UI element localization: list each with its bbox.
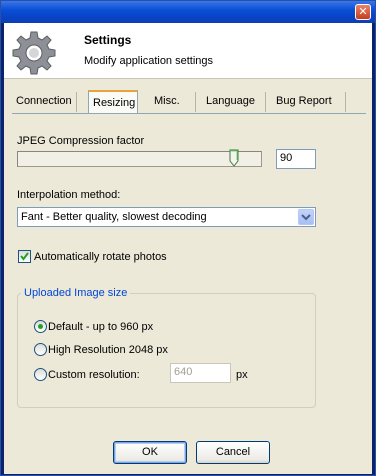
header-subtitle: Modify application settings	[84, 55, 214, 67]
jpeg-compression-label: JPEG Compression factor	[17, 135, 145, 147]
tab-strip: Connection Resizing Misc. Language Bug R…	[12, 90, 364, 114]
dropdown-arrow[interactable]	[298, 209, 314, 225]
radio-default[interactable]	[34, 320, 47, 333]
radio-high-resolution[interactable]	[34, 343, 47, 356]
tab-bug-report[interactable]: Bug Report	[272, 92, 346, 112]
checkmark-icon	[20, 252, 29, 261]
auto-rotate-label[interactable]: Automatically rotate photos	[34, 251, 167, 263]
interpolation-select[interactable]: Fant - Better quality, slowest decoding	[17, 207, 316, 227]
group-title: Uploaded Image size	[21, 287, 131, 299]
tab-connection[interactable]: Connection	[12, 92, 77, 112]
custom-resolution-input[interactable]: 640	[170, 363, 231, 383]
dialog-header: Settings Modify application settings	[4, 23, 372, 79]
settings-window: ✕ Settings Modify application settings C…	[0, 0, 376, 476]
interpolation-label: Interpolation method:	[17, 189, 121, 201]
tab-divider	[12, 113, 366, 114]
close-icon: ✕	[358, 5, 368, 18]
radio-custom-resolution-label[interactable]: Custom resolution:	[48, 369, 140, 381]
auto-rotate-checkbox[interactable]	[18, 250, 31, 263]
tab-misc[interactable]: Misc.	[150, 92, 196, 112]
radio-high-resolution-label[interactable]: High Resolution 2048 px	[48, 344, 168, 356]
gear-icon	[12, 31, 56, 75]
header-title: Settings	[84, 33, 132, 47]
tab-resizing[interactable]: Resizing	[88, 90, 138, 114]
dialog-client-area: Settings Modify application settings Con…	[4, 23, 372, 474]
radio-selected-dot	[38, 324, 43, 329]
slider-thumb[interactable]	[229, 149, 239, 167]
radio-default-label[interactable]: Default - up to 960 px	[48, 321, 153, 333]
jpeg-compression-slider[interactable]	[17, 151, 262, 167]
cancel-button[interactable]: Cancel	[196, 441, 270, 464]
tab-language[interactable]: Language	[202, 92, 266, 112]
ok-button[interactable]: OK	[113, 441, 187, 464]
title-bar[interactable]: ✕	[1, 1, 375, 23]
interpolation-selected-value: Fant - Better quality, slowest decoding	[21, 211, 207, 223]
chevron-down-icon	[301, 214, 311, 221]
close-button[interactable]: ✕	[355, 4, 371, 20]
custom-resolution-unit: px	[236, 369, 248, 381]
radio-custom-resolution[interactable]	[34, 368, 47, 381]
jpeg-compression-input[interactable]: 90	[276, 149, 316, 169]
